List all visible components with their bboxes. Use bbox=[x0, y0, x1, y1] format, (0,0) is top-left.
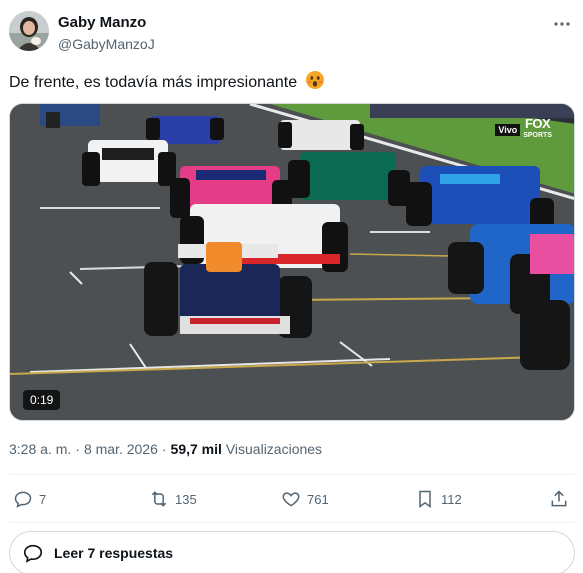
bookmark-count: 112 bbox=[441, 491, 462, 507]
divider-2 bbox=[9, 522, 575, 523]
race-start-video-frame bbox=[10, 104, 574, 420]
user-handle[interactable]: @GabyManzoJ bbox=[58, 35, 155, 53]
action-bar: 7 135 761 112 bbox=[9, 484, 575, 514]
views-count: 59,7 mil bbox=[170, 441, 222, 457]
views-label: Visualizaciones bbox=[225, 441, 323, 457]
meta-separator-2: · bbox=[161, 441, 167, 457]
share-icon bbox=[551, 490, 567, 507]
tweet-time[interactable]: 3:28 a. m. bbox=[9, 441, 71, 457]
tweet-body: De frente, es todavía más impresionante bbox=[9, 74, 298, 91]
repost-icon bbox=[151, 491, 167, 507]
video-duration: 0:19 bbox=[23, 390, 61, 410]
reply-button[interactable]: 7 bbox=[13, 484, 46, 514]
astonished-face-emoji-icon bbox=[305, 70, 325, 96]
broadcaster-logo: Vivo FOX SPORTS bbox=[495, 116, 552, 142]
tweet-meta: 3:28 a. m. · 8 mar. 2026 · 59,7 mil Visualiz… bbox=[9, 440, 322, 458]
video-player[interactable]: Vivo FOX SPORTS 0:19 bbox=[9, 103, 575, 421]
heart-icon bbox=[282, 492, 300, 507]
bookmark-button[interactable]: 112 bbox=[415, 484, 462, 514]
like-count: 761 bbox=[307, 491, 329, 507]
avatar[interactable] bbox=[9, 11, 49, 51]
tweet-text: De frente, es todavía más impresionante bbox=[9, 70, 325, 96]
like-button[interactable]: 761 bbox=[281, 484, 329, 514]
repost-count: 135 bbox=[175, 491, 197, 507]
more-options-icon[interactable] bbox=[553, 15, 571, 33]
divider bbox=[9, 474, 575, 475]
reply-count: 7 bbox=[39, 491, 47, 507]
read-replies-button[interactable]: Leer 7 respuestas bbox=[9, 531, 575, 573]
share-button[interactable] bbox=[549, 484, 569, 514]
fox-sports-logo: FOX SPORTS bbox=[523, 116, 552, 142]
reply-bubble-icon bbox=[23, 544, 43, 563]
car-top-left bbox=[40, 104, 100, 128]
tweet-date[interactable]: 8 mar. 2026 bbox=[84, 441, 158, 457]
read-replies-label: Leer 7 respuestas bbox=[54, 545, 174, 561]
display-name[interactable]: Gaby Manzo bbox=[58, 14, 155, 32]
bookmark-icon bbox=[419, 490, 431, 508]
sports-logo-text: SPORTS bbox=[523, 132, 552, 139]
profile-photo-icon bbox=[9, 11, 49, 51]
live-badge: Vivo bbox=[495, 124, 521, 136]
tweet-header: Gaby Manzo @GabyManzoJ bbox=[9, 11, 575, 55]
meta-separator: · bbox=[75, 441, 80, 457]
reply-icon bbox=[14, 491, 32, 508]
repost-button[interactable]: 135 bbox=[149, 484, 197, 514]
fox-logo-text: FOX bbox=[524, 116, 551, 131]
